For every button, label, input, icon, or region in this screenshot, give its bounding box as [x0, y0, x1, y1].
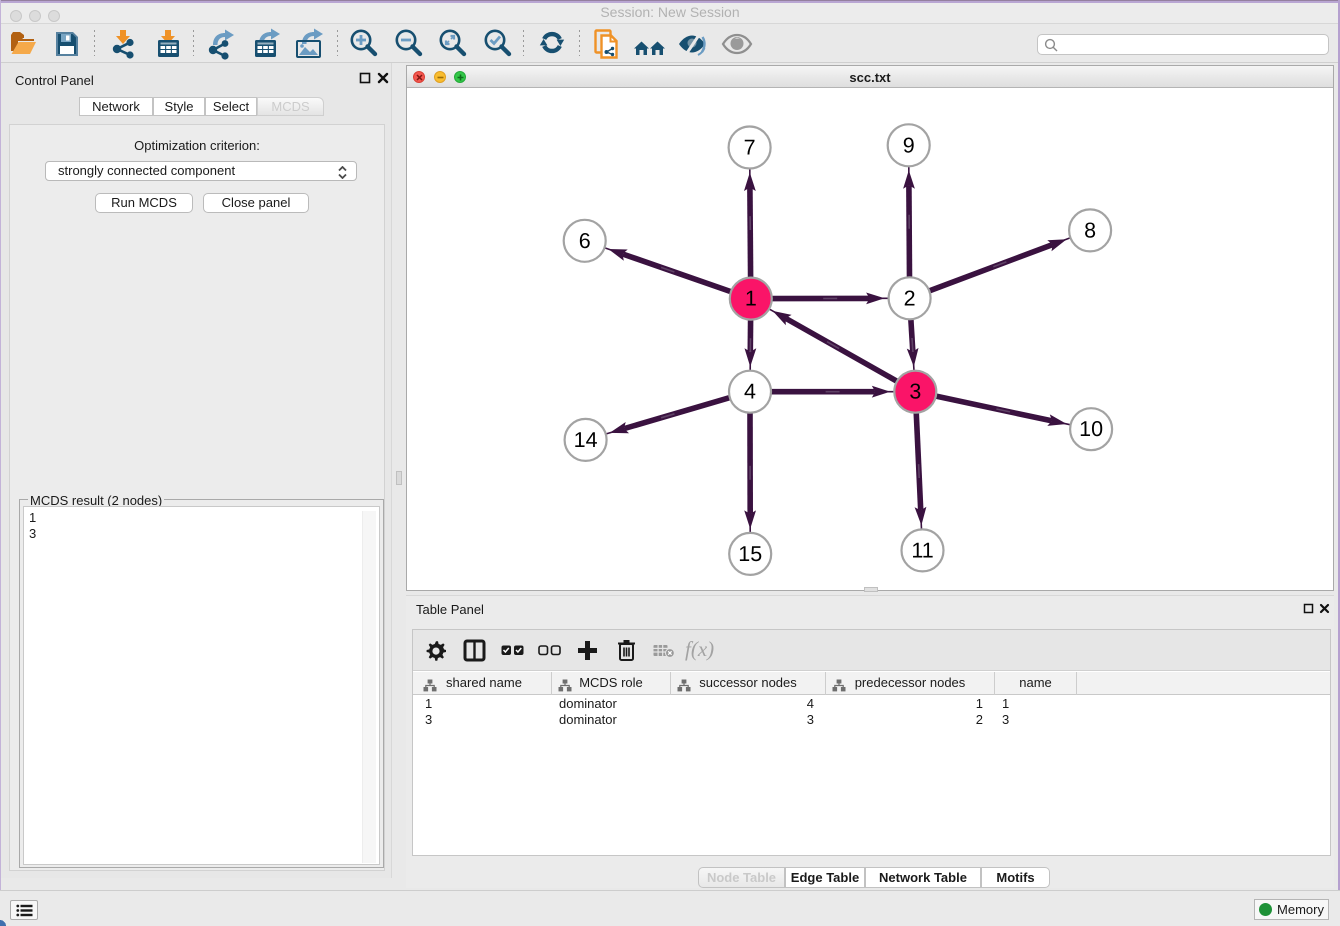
svg-text:14: 14 — [574, 428, 598, 452]
svg-text:1: 1 — [745, 287, 757, 311]
svg-text:8: 8 — [1084, 218, 1096, 242]
svg-text:2: 2 — [904, 286, 916, 310]
svg-text:7: 7 — [744, 136, 756, 160]
svg-text:10: 10 — [1079, 417, 1103, 441]
svg-text:15: 15 — [738, 542, 762, 566]
svg-text:3: 3 — [909, 380, 921, 404]
svg-text:11: 11 — [911, 538, 933, 562]
svg-text:9: 9 — [903, 133, 915, 157]
svg-text:6: 6 — [579, 229, 591, 253]
svg-text:4: 4 — [744, 380, 756, 404]
